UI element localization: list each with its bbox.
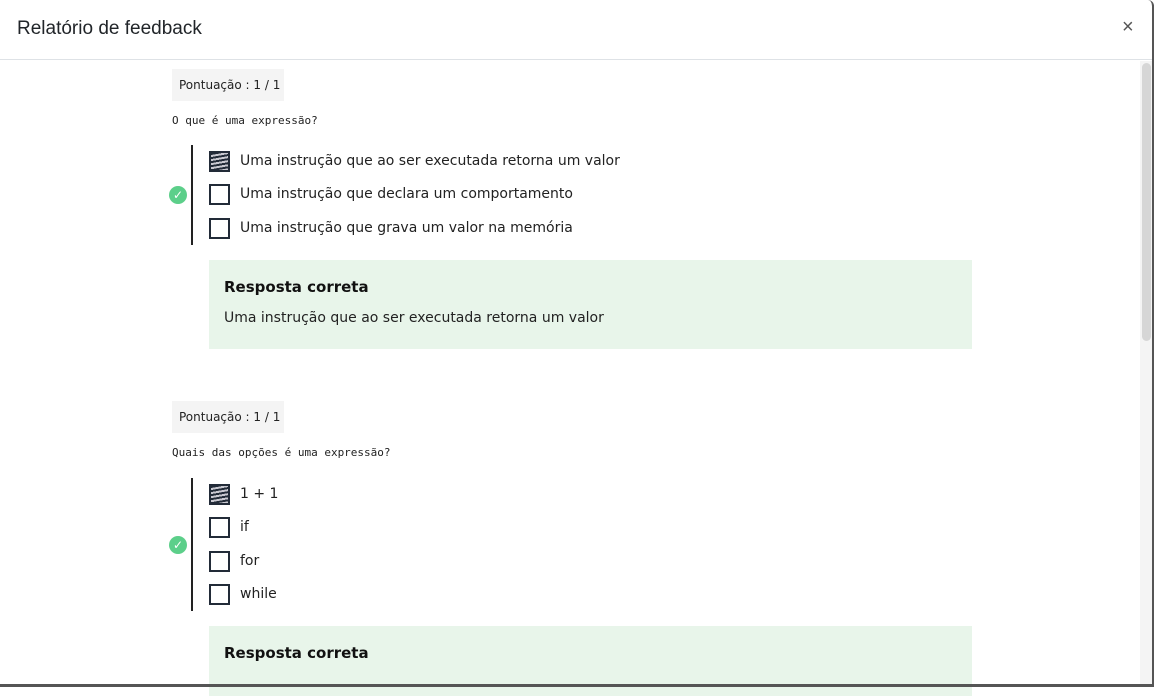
checkbox[interactable]	[209, 150, 230, 172]
option-label: Uma instrução que declara um comportamen…	[240, 186, 573, 202]
question-text: O que é uma expressão?	[172, 114, 318, 127]
option-label: for	[240, 553, 260, 569]
scrollbar[interactable]	[1140, 61, 1152, 684]
options-divider	[191, 145, 193, 245]
scrollbar-thumb[interactable]	[1142, 63, 1151, 341]
answer-text: Uma instrução que ao ser executada retor…	[224, 310, 604, 326]
modal-title: Relatório de feedback	[17, 18, 202, 39]
correct-answer-panel: Resposta correta Uma instrução que ao se…	[209, 260, 972, 349]
checkbox[interactable]	[209, 550, 230, 572]
modal-header: Relatório de feedback ×	[0, 0, 1152, 60]
option[interactable]: Uma instrução que declara um comportamen…	[209, 183, 573, 205]
score-badge: Pontuação : 1 / 1	[172, 401, 284, 433]
check-circle-icon: ✓	[169, 186, 187, 204]
option[interactable]: 1 + 1	[209, 483, 278, 505]
option-label: Uma instrução que ao ser executada retor…	[240, 153, 620, 169]
option-label: Uma instrução que grava um valor na memó…	[240, 220, 573, 236]
correct-answer-panel: Resposta correta	[209, 626, 972, 696]
option[interactable]: for	[209, 550, 259, 572]
check-circle-icon: ✓	[169, 536, 187, 554]
option[interactable]: while	[209, 583, 277, 605]
checkbox[interactable]	[209, 183, 230, 205]
score-badge: Pontuação : 1 / 1	[172, 69, 284, 101]
option[interactable]: Uma instrução que ao ser executada retor…	[209, 150, 620, 172]
question-text: Quais das opções é uma expressão?	[172, 446, 391, 459]
checkbox[interactable]	[209, 217, 230, 239]
option[interactable]: if	[209, 516, 249, 538]
option-label: while	[240, 586, 277, 602]
option-label: if	[240, 519, 249, 535]
checkbox[interactable]	[209, 483, 230, 505]
option-label: 1 + 1	[240, 486, 279, 502]
options-divider	[191, 478, 193, 611]
close-icon[interactable]: ×	[1122, 16, 1134, 39]
answer-title: Resposta correta	[224, 644, 369, 662]
option[interactable]: Uma instrução que grava um valor na memó…	[209, 217, 573, 239]
checkbox[interactable]	[209, 516, 230, 538]
answer-title: Resposta correta	[224, 278, 369, 296]
checkbox[interactable]	[209, 583, 230, 605]
